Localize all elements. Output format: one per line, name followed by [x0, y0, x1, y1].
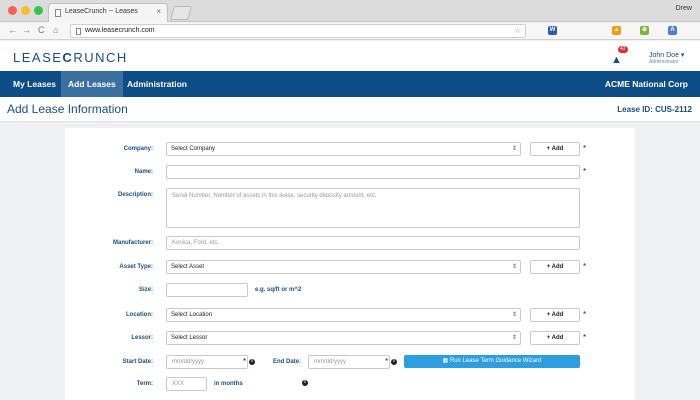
- extension-icon[interactable]: A: [668, 26, 677, 35]
- nav-add-leases[interactable]: Add Leases: [61, 71, 123, 97]
- user-menu[interactable]: John Doe ▾: [649, 51, 684, 59]
- logo-text-left: LEASE: [13, 50, 63, 65]
- name-field[interactable]: [166, 165, 580, 179]
- browser-tab[interactable]: LeaseCrunch -- Leases ×: [48, 3, 168, 22]
- add-location-button[interactable]: + Add: [530, 308, 580, 322]
- page-info-icon: [76, 28, 81, 35]
- required-mark: *: [583, 144, 587, 153]
- term-hint: in months: [214, 381, 243, 387]
- manufacturer-label: Manufacturer:: [112, 240, 153, 246]
- company-select[interactable]: Select Company ⇕: [166, 142, 521, 156]
- browser-tab-title: LeaseCrunch -- Leases: [65, 8, 138, 15]
- select-caret-icon: ⇕: [511, 146, 517, 152]
- lessor-select[interactable]: Select Lessor ⇕: [166, 331, 521, 345]
- company-select-value: Select Company: [171, 146, 216, 152]
- company-label: Company:: [123, 146, 153, 152]
- page-title: Add Lease Information: [7, 102, 128, 116]
- bookmark-star-icon[interactable]: ☆: [514, 26, 521, 35]
- end-date-info-icon[interactable]: i: [391, 359, 397, 365]
- logo-text-right: RUNCH: [73, 50, 128, 65]
- lessor-label: Lessor:: [131, 335, 153, 341]
- size-field[interactable]: [166, 283, 248, 297]
- maximize-window-button[interactable]: [34, 6, 43, 15]
- page-icon: [55, 9, 61, 17]
- address-bar[interactable]: www.leasecrunch.com ☆: [70, 24, 526, 38]
- company-name: ACME National Corp: [604, 79, 688, 89]
- leasecrunch-logo[interactable]: LEASECRUNCH: [13, 50, 128, 65]
- extension-icon[interactable]: ⊕: [640, 26, 649, 35]
- extension-icon[interactable]: ▲: [612, 26, 621, 35]
- add-lessor-button[interactable]: + Add: [530, 331, 580, 345]
- required-mark: *: [385, 357, 389, 366]
- nav-administration[interactable]: Administration: [120, 71, 194, 97]
- required-mark: *: [583, 333, 587, 342]
- back-icon[interactable]: ←: [8, 25, 17, 35]
- nav-my-leases[interactable]: My Leases: [6, 71, 63, 97]
- extension-icon[interactable]: W: [548, 26, 557, 35]
- required-mark: *: [583, 262, 587, 271]
- term-label: Term:: [136, 381, 153, 387]
- page-header: Add Lease Information Lease ID: CUS-2112: [0, 97, 700, 122]
- term-info-icon[interactable]: i: [302, 380, 308, 386]
- asset-type-label: Asset Type:: [119, 264, 153, 270]
- new-tab-button[interactable]: [170, 6, 192, 20]
- browser-profile[interactable]: Drew: [676, 5, 692, 12]
- select-caret-icon: ⇕: [511, 312, 517, 318]
- home-icon[interactable]: ⌂: [53, 25, 58, 35]
- logo-mark: C: [62, 50, 74, 65]
- lease-id: Lease ID: CUS-2112: [617, 105, 692, 114]
- select-caret-icon: ⇕: [511, 264, 517, 270]
- url-text: www.leasecrunch.com: [85, 27, 155, 34]
- app-header: LEASECRUNCH ▲ 42 John Doe ▾ Administrato…: [0, 41, 700, 71]
- select-caret-icon: ⇕: [511, 335, 517, 341]
- size-hint: e.g. sq/ft or m^2: [255, 287, 302, 293]
- end-date-label: End Date:: [272, 359, 301, 365]
- alerts-button[interactable]: ▲ 42: [611, 46, 628, 68]
- manufacturer-field[interactable]: Konica, Ford, etc.: [166, 236, 580, 250]
- add-asset-button[interactable]: + Add: [530, 260, 580, 274]
- alert-count-badge: 42: [618, 46, 628, 53]
- location-label: Location:: [126, 312, 153, 318]
- location-select-value: Select Location: [171, 312, 213, 318]
- user-role: Administrator: [649, 59, 679, 65]
- required-mark: *: [583, 167, 587, 176]
- close-tab-icon[interactable]: ×: [156, 7, 161, 16]
- reload-icon[interactable]: C: [38, 25, 45, 35]
- asset-type-select[interactable]: Select Asset ⇕: [166, 260, 521, 274]
- alert-icon: ▲: [611, 54, 622, 66]
- browser-tab-bar: LeaseCrunch -- Leases × Drew: [0, 0, 700, 22]
- minimize-window-button[interactable]: [21, 6, 30, 15]
- close-window-button[interactable]: [8, 6, 17, 15]
- asset-type-select-value: Select Asset: [171, 264, 205, 270]
- browser-toolbar: ← → C ⌂ www.leasecrunch.com ☆ W ▲ ⊕ A: [0, 22, 700, 40]
- lessor-select-value: Select Lessor: [171, 335, 208, 341]
- end-date-field[interactable]: mm/dd/yyyy: [308, 355, 390, 369]
- term-field[interactable]: XXX: [166, 377, 207, 391]
- name-label: Name:: [134, 169, 153, 175]
- required-mark: *: [583, 310, 587, 319]
- start-date-label: Start Date:: [122, 359, 153, 365]
- lease-term-wizard-button[interactable]: ▦ Run Lease Term Guidance Wizard: [404, 355, 580, 368]
- description-field[interactable]: Serial Number, Number of assets in this …: [166, 188, 580, 228]
- size-label: Size:: [138, 287, 153, 293]
- main-nav: My Leases Add Leases Administration ACME…: [0, 71, 700, 97]
- forward-icon[interactable]: →: [22, 25, 31, 35]
- location-select[interactable]: Select Location ⇕: [166, 308, 521, 322]
- add-company-button[interactable]: + Add: [530, 142, 580, 156]
- description-label: Description:: [117, 192, 153, 198]
